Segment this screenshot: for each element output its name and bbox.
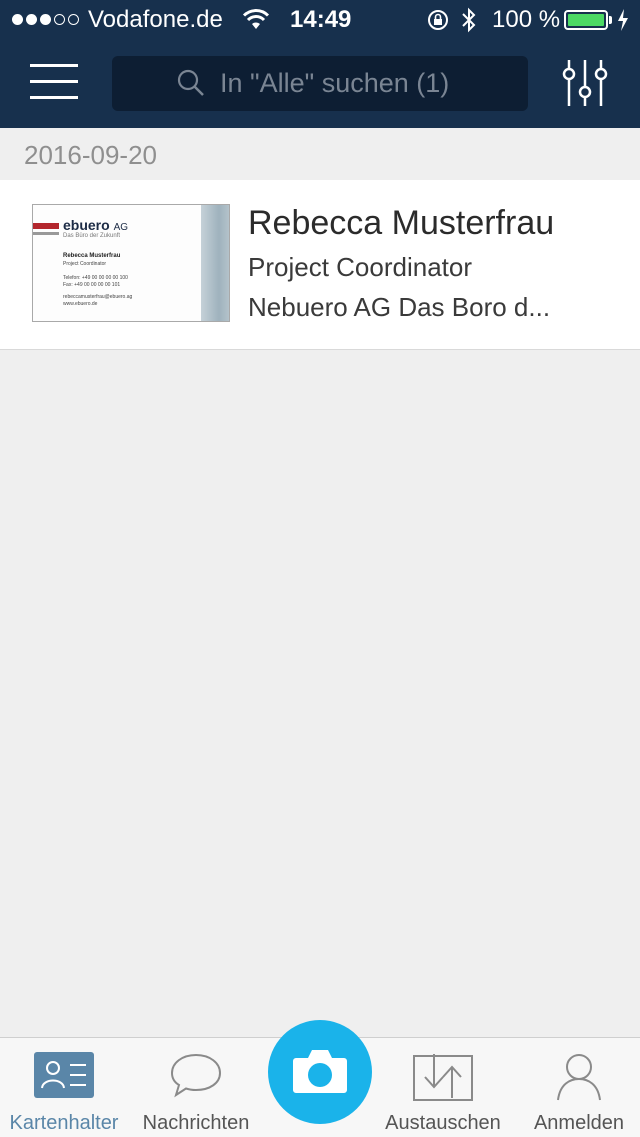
contact-company: Nebuero AG Das Boro d... <box>248 292 551 322</box>
card-logo: ebuero AG <box>63 217 129 233</box>
camera-icon <box>293 1050 347 1093</box>
tab-label: Anmelden <box>533 1112 625 1134</box>
charging-bolt-icon <box>618 9 628 31</box>
status-bar: Vodafone.de 14:49 100 % <box>0 0 640 40</box>
search-placeholder: In "Alle" suchen (1) <box>220 68 450 98</box>
tab-kartenhalter[interactable]: Kartenhalter <box>0 1038 128 1137</box>
tab-label: Kartenhalter <box>9 1112 119 1134</box>
date-group-header: 2016-09-20 <box>0 128 640 180</box>
card-email: rebeccamusterfrau@ebuero.ag <box>63 294 133 300</box>
filter-sliders-icon[interactable] <box>560 58 610 108</box>
search-icon <box>177 69 204 96</box>
person-icon <box>557 1054 601 1101</box>
contact-name: Rebecca Musterfrau <box>248 204 555 242</box>
app-header: Vodafone.de 14:49 100 % In "Alle" suchen… <box>0 0 640 128</box>
card-phone: Telefon: +49 00 00 00 00 100 <box>63 275 128 281</box>
wifi-icon <box>242 9 270 29</box>
tab-austauschen[interactable]: Austauschen <box>378 1038 508 1137</box>
card-person-role: Project Coordinator <box>63 261 107 267</box>
card-person-name: Rebecca Musterfrau <box>63 253 121 259</box>
clock: 14:49 <box>290 6 352 33</box>
search-input[interactable]: In "Alle" suchen (1) <box>112 56 528 111</box>
rotation-lock-icon <box>428 10 448 30</box>
camera-button[interactable] <box>268 1020 372 1124</box>
chat-bubble-icon <box>170 1053 222 1098</box>
tab-label: Nachrichten <box>142 1112 250 1134</box>
card-web: www.ebuero.de <box>63 301 98 307</box>
signal-strength-icon <box>12 14 79 25</box>
contacts-icon <box>34 1052 94 1098</box>
battery-percent: 100 % <box>492 6 561 33</box>
business-card-thumbnail: ebuero AG Das Büro der Zukunft Rebecca M… <box>32 204 230 322</box>
bluetooth-icon <box>462 7 476 33</box>
tab-label: Austauschen <box>385 1112 501 1134</box>
exchange-icon <box>413 1054 473 1101</box>
card-fax: Fax: +49 00 00 00 00 101 <box>63 282 121 288</box>
battery-icon <box>564 10 608 30</box>
date-group-label: 2016-09-20 <box>24 140 157 170</box>
contact-list-item[interactable]: ebuero AG Das Büro der Zukunft Rebecca M… <box>0 180 640 350</box>
tab-anmelden[interactable]: Anmelden <box>518 1038 640 1137</box>
contact-title: Project Coordinator <box>248 252 472 282</box>
card-tagline: Das Büro der Zukunft <box>63 233 121 239</box>
tab-nachrichten[interactable]: Nachrichten <box>134 1038 258 1137</box>
menu-button[interactable] <box>30 62 80 102</box>
carrier-name: Vodafone.de <box>88 6 223 33</box>
